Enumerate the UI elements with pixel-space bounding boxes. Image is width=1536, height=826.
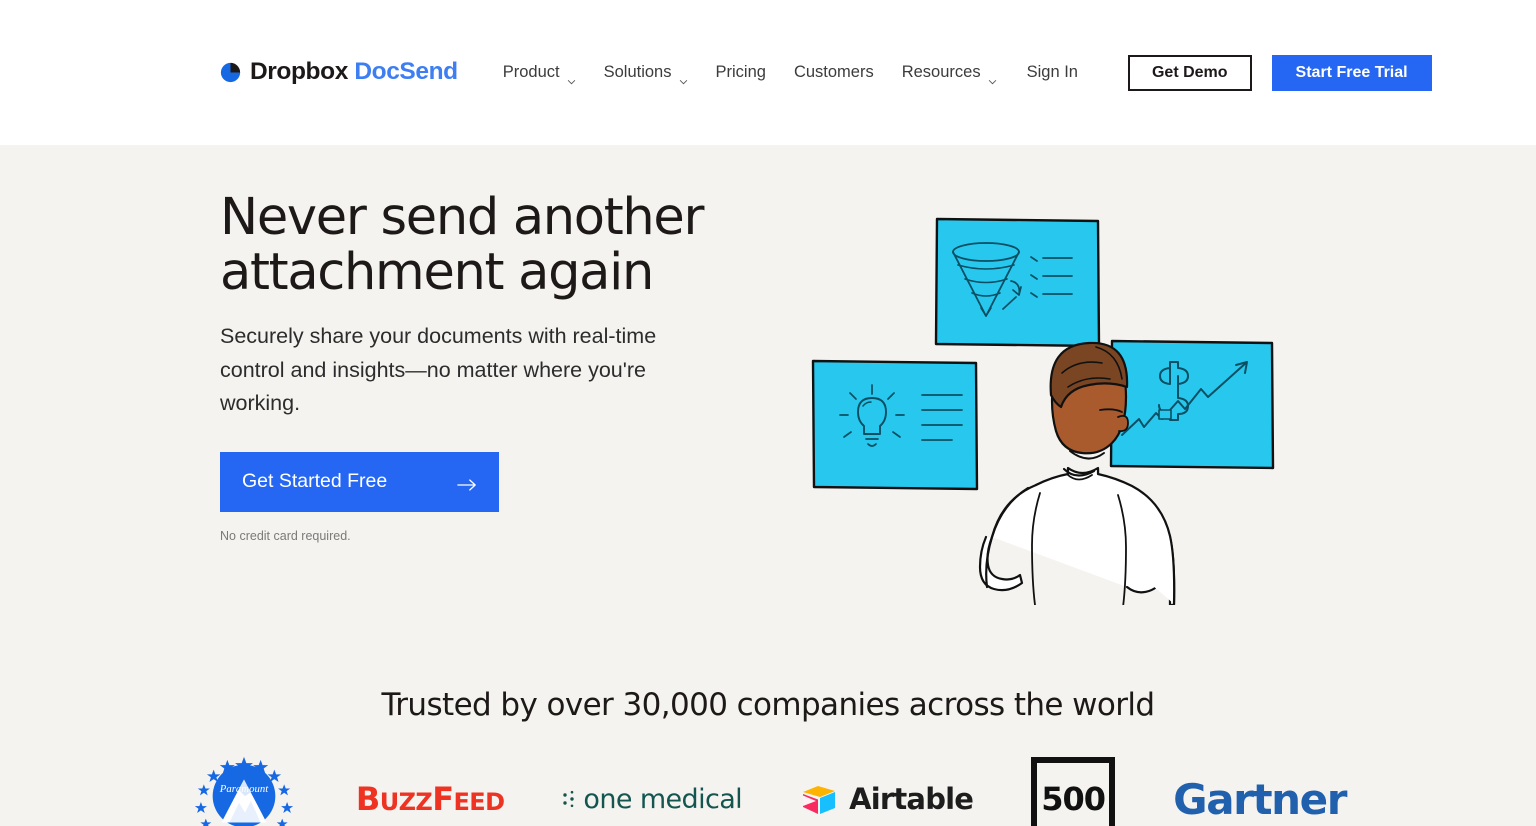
- customer-logo-row: Paramount A ViacomCBS Company BUZZFEED o…: [0, 751, 1536, 826]
- airtable-text: Airtable: [849, 782, 974, 816]
- nav-item-pricing[interactable]: Pricing: [702, 55, 780, 90]
- nav-label: Product: [502, 63, 560, 81]
- trusted-by-section: Trusted by over 30,000 companies across …: [0, 665, 1536, 826]
- nav-label: Customers: [793, 63, 874, 81]
- chevron-down-icon: [988, 71, 997, 84]
- brand-logo-link[interactable]: Dropbox DocSend: [220, 60, 458, 85]
- chevron-down-icon: [679, 71, 688, 84]
- site-header: Dropbox DocSend Product Solutions Pricin…: [0, 0, 1536, 145]
- get-started-free-button[interactable]: Get Started Free: [220, 451, 499, 512]
- hero-title: Never send another attachment again: [220, 188, 704, 303]
- paramount-script: Paramount: [219, 783, 269, 795]
- brand-text: Dropbox DocSend: [250, 60, 458, 85]
- sign-in-link[interactable]: Sign In: [1011, 55, 1094, 90]
- gartner-logo: Gartner: [1173, 751, 1347, 826]
- nav-item-solutions[interactable]: Solutions: [590, 55, 702, 90]
- nav-label: Solutions: [603, 63, 672, 81]
- onemedical-wordmark: one medical: [562, 783, 743, 815]
- start-free-trial-button[interactable]: Start Free Trial: [1271, 54, 1432, 91]
- trusted-by-title: Trusted by over 30,000 companies across …: [381, 687, 1156, 723]
- nav-item-product[interactable]: Product: [489, 55, 590, 90]
- nav-label: Pricing: [715, 63, 766, 81]
- 500-box: 500: [1031, 757, 1116, 826]
- chevron-down-icon: [567, 71, 576, 84]
- airtable-wordmark: Airtable: [800, 782, 974, 816]
- nav-item-customers[interactable]: Customers: [780, 55, 888, 90]
- buzzfeed-wordmark: BUZZFEED: [355, 780, 505, 818]
- cta-label: Get Started Free: [242, 470, 388, 493]
- hero-subtitle: Securely share your documents with real-…: [220, 324, 657, 416]
- brand-secondary: DocSend: [354, 58, 458, 86]
- brand-primary: Dropbox: [250, 58, 348, 86]
- onemedical-logo: one medical: [562, 751, 743, 826]
- header-inner: Dropbox DocSend Product Solutions Pricin…: [0, 0, 1536, 145]
- header-actions: Sign In Get Demo Start Free Trial: [1011, 54, 1432, 91]
- airtable-logo: Airtable: [800, 751, 974, 826]
- arrow-right-icon: [457, 475, 477, 491]
- buzzfeed-logo: BUZZFEED: [355, 751, 505, 826]
- main-nav: Product Solutions Pricing Customers Reso…: [489, 55, 1011, 90]
- onemedical-text: one medical: [583, 783, 743, 815]
- 500-logo: 500: [1031, 751, 1116, 826]
- hero-copy: Never send another attachment again Secu…: [220, 190, 780, 543]
- no-credit-card-note: No credit card required.: [220, 528, 351, 543]
- hero-section: Never send another attachment again Secu…: [0, 145, 1536, 665]
- nav-item-resources[interactable]: Resources: [888, 55, 1011, 90]
- person-viewing-dashboards-illustration: [800, 205, 1300, 605]
- get-demo-button[interactable]: Get Demo: [1127, 54, 1252, 91]
- nav-label: Resources: [901, 63, 981, 81]
- gartner-wordmark: Gartner: [1173, 774, 1347, 824]
- 500-text: 500: [1041, 780, 1106, 818]
- dropbox-pie-icon: [220, 62, 241, 83]
- airtable-cube-icon: [803, 786, 836, 814]
- paramount-logo: Paramount A ViacomCBS Company: [190, 751, 298, 826]
- onemedical-dots-icon: [563, 790, 575, 808]
